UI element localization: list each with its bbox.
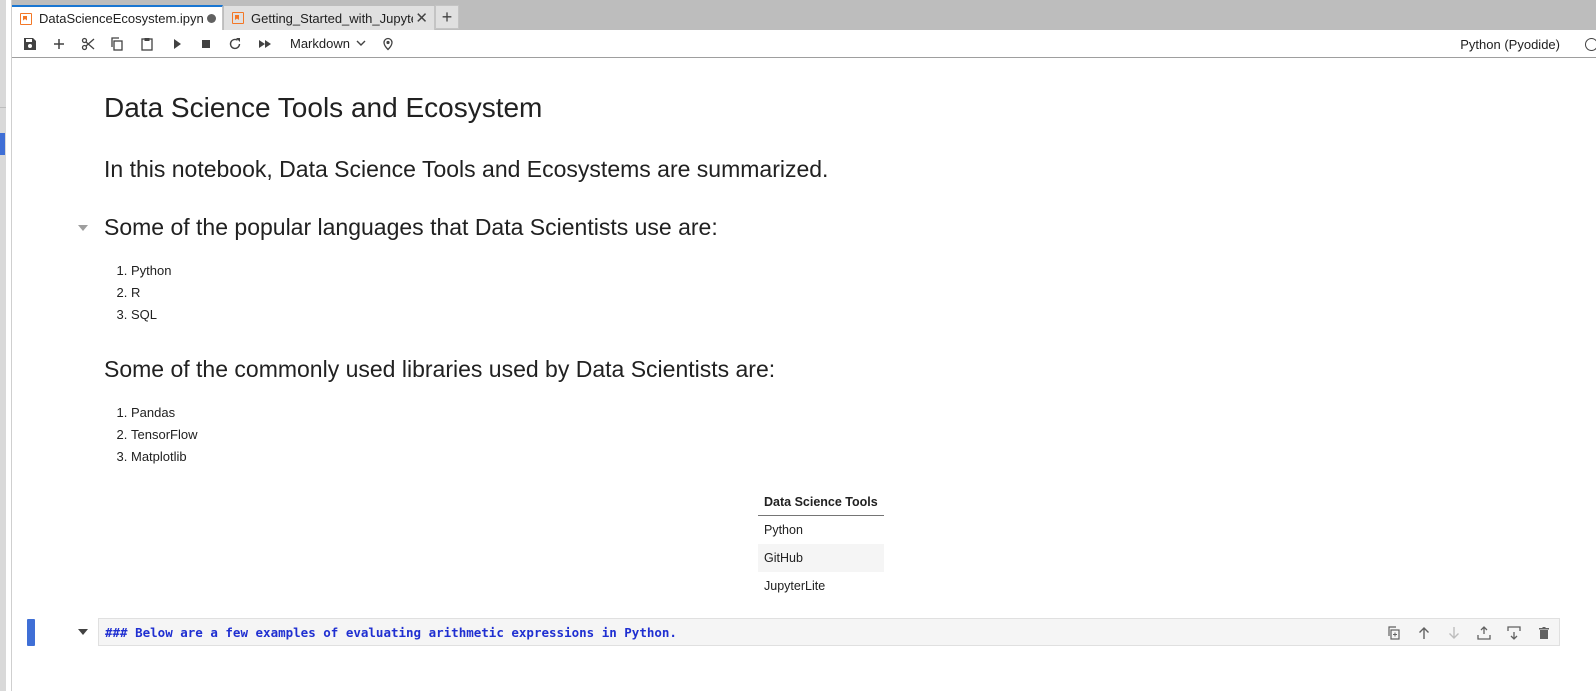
add-icon <box>54 39 64 49</box>
cell-source[interactable]: ### Below are a few examples of evaluati… <box>105 625 677 640</box>
cut-button[interactable] <box>79 35 97 53</box>
list-item: Python <box>131 260 171 282</box>
table-cell: GitHub <box>758 544 884 572</box>
list-item: R <box>131 282 171 304</box>
cut-icon <box>81 37 95 51</box>
cell-type-label: Markdown <box>290 36 350 51</box>
run-button[interactable] <box>168 35 186 53</box>
kernel-status-icon <box>1585 38 1596 51</box>
delete-cell-button[interactable] <box>1535 624 1553 642</box>
insert-cell-above-button[interactable] <box>1475 624 1493 642</box>
table-cell: JupyterLite <box>764 579 826 593</box>
debugger-button[interactable] <box>379 35 397 53</box>
tab-datascienceecosystem[interactable]: DataScienceEcosystem.ipynb <box>12 5 223 30</box>
tools-table: Data Science Tools Python GitHub Jupyter… <box>758 488 884 600</box>
run-icon <box>174 39 181 49</box>
trash-icon <box>1539 627 1549 639</box>
tab-label: Getting_Started_with_Jupyter <box>251 10 414 26</box>
libraries-list: Pandas TensorFlow Matplotlib <box>104 402 197 468</box>
arrow-down-icon <box>1449 627 1459 639</box>
duplicate-icon <box>1388 626 1400 640</box>
chevron-down-icon <box>356 40 366 46</box>
table-row: Python <box>758 516 884 545</box>
list-item: Pandas <box>131 402 197 424</box>
notebook-toolbar: Markdown Python (Pyodide) <box>12 30 1596 58</box>
arrow-up-icon <box>1419 627 1429 639</box>
table-cell: Python <box>764 523 803 537</box>
table-row: JupyterLite <box>758 572 884 600</box>
list-item: Matplotlib <box>131 446 197 468</box>
list-item: SQL <box>131 304 171 326</box>
insert-below-icon <box>1507 626 1521 640</box>
left-sidebar-strip <box>0 0 6 691</box>
languages-heading: Some of the popular languages that Data … <box>104 214 718 240</box>
notebook-icon <box>232 12 244 24</box>
duplicate-cell-button[interactable] <box>1385 624 1403 642</box>
run-all-icon <box>259 40 271 48</box>
list-item: TensorFlow <box>131 424 197 446</box>
paste-button[interactable] <box>138 35 156 53</box>
move-cell-down-button[interactable] <box>1445 624 1463 642</box>
insert-cell-button[interactable] <box>50 35 68 53</box>
new-tab-button[interactable]: + <box>435 5 459 29</box>
collapse-heading-icon[interactable] <box>78 225 88 231</box>
insert-above-icon <box>1477 626 1491 640</box>
collapse-cell-icon[interactable] <box>78 629 88 635</box>
sidebar-active-indicator[interactable] <box>0 133 5 155</box>
notebook-title: Data Science Tools and Ecosystem <box>104 92 543 123</box>
tab-bar: DataScienceEcosystem.ipynb Getting_Start… <box>12 0 1596 30</box>
copy-button[interactable] <box>108 35 126 53</box>
table-header: Data Science Tools <box>758 488 884 516</box>
save-icon <box>24 38 36 50</box>
intro-text: In this notebook, Data Science Tools and… <box>104 156 829 182</box>
notebook-panel: Data Science Tools and Ecosystem In this… <box>12 59 1596 691</box>
unsaved-dot-icon[interactable] <box>207 14 216 23</box>
cell-type-select[interactable]: Markdown <box>290 36 366 51</box>
interrupt-button[interactable] <box>197 35 215 53</box>
move-cell-up-button[interactable] <box>1415 624 1433 642</box>
close-icon[interactable]: ✕ <box>415 11 428 26</box>
copy-icon <box>111 37 123 51</box>
insert-cell-below-button[interactable] <box>1505 624 1523 642</box>
notebook-icon <box>20 12 32 25</box>
active-cell-indicator[interactable] <box>27 619 35 646</box>
kernel-name[interactable]: Python (Pyodide) <box>1460 37 1560 52</box>
languages-list: Python R SQL <box>104 260 171 326</box>
paste-icon <box>141 38 153 51</box>
table-row: GitHub <box>758 544 884 572</box>
markdown-cell-editor[interactable]: ### Below are a few examples of evaluati… <box>98 618 1560 646</box>
stop-icon <box>202 40 210 48</box>
restart-run-all-button[interactable] <box>256 35 274 53</box>
cell-toolbar <box>1385 624 1553 642</box>
tab-getting-started[interactable]: Getting_Started_with_Jupyter ✕ <box>224 6 435 30</box>
sidebar-divider <box>0 107 6 108</box>
restart-icon <box>229 38 241 50</box>
libraries-heading: Some of the commonly used libraries used… <box>104 356 776 382</box>
bug-icon <box>383 37 393 51</box>
tab-label: DataScienceEcosystem.ipynb <box>39 11 203 26</box>
save-button[interactable] <box>21 35 39 53</box>
restart-button[interactable] <box>226 35 244 53</box>
